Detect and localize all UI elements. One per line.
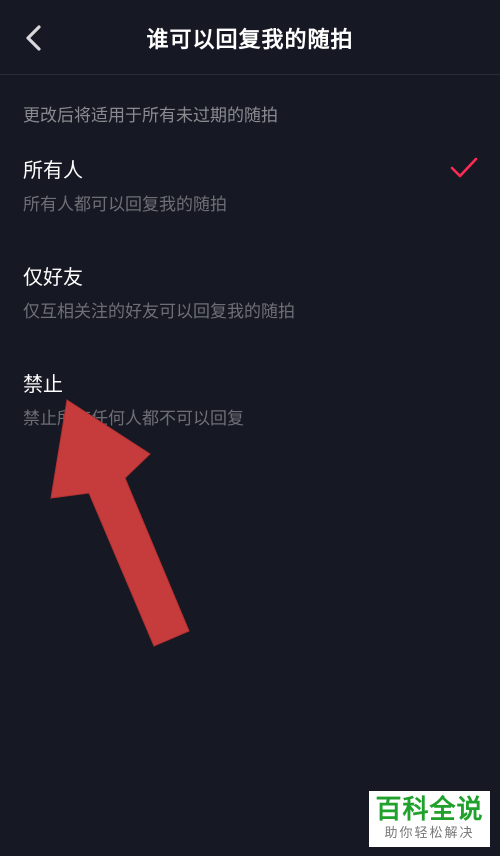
option-title: 禁止 <box>23 372 63 396</box>
watermark-subtitle: 助你轻松解决 <box>384 826 475 841</box>
option-title: 所有人 <box>23 158 83 182</box>
option-description: 所有人都可以回复我的随拍 <box>23 195 227 215</box>
nav-bar: 谁可以回复我的随拍 <box>0 0 500 75</box>
watermark-logo: 百科全说 助你轻松解决 <box>369 791 490 847</box>
option-description: 禁止所有任何人都不可以回复 <box>23 409 244 429</box>
option-disabled[interactable]: 禁止 禁止所有任何人都不可以回复 <box>0 368 500 458</box>
settings-screen: 谁可以回复我的随拍 更改后将适用于所有未过期的随拍 所有人 所有人都可以回复我的… <box>0 0 500 856</box>
watermark-title: 百科全说 <box>375 795 484 825</box>
page-title: 谁可以回复我的随拍 <box>146 28 354 53</box>
check-icon <box>450 157 478 178</box>
option-title: 仅好友 <box>23 265 83 289</box>
option-description: 仅互相关注的好友可以回复我的随拍 <box>23 302 295 322</box>
option-friends-only[interactable]: 仅好友 仅互相关注的好友可以回复我的随拍 <box>0 261 500 351</box>
option-everyone[interactable]: 所有人 所有人都可以回复我的随拍 <box>0 154 500 244</box>
settings-notice: 更改后将适用于所有未过期的随拍 <box>23 106 278 126</box>
